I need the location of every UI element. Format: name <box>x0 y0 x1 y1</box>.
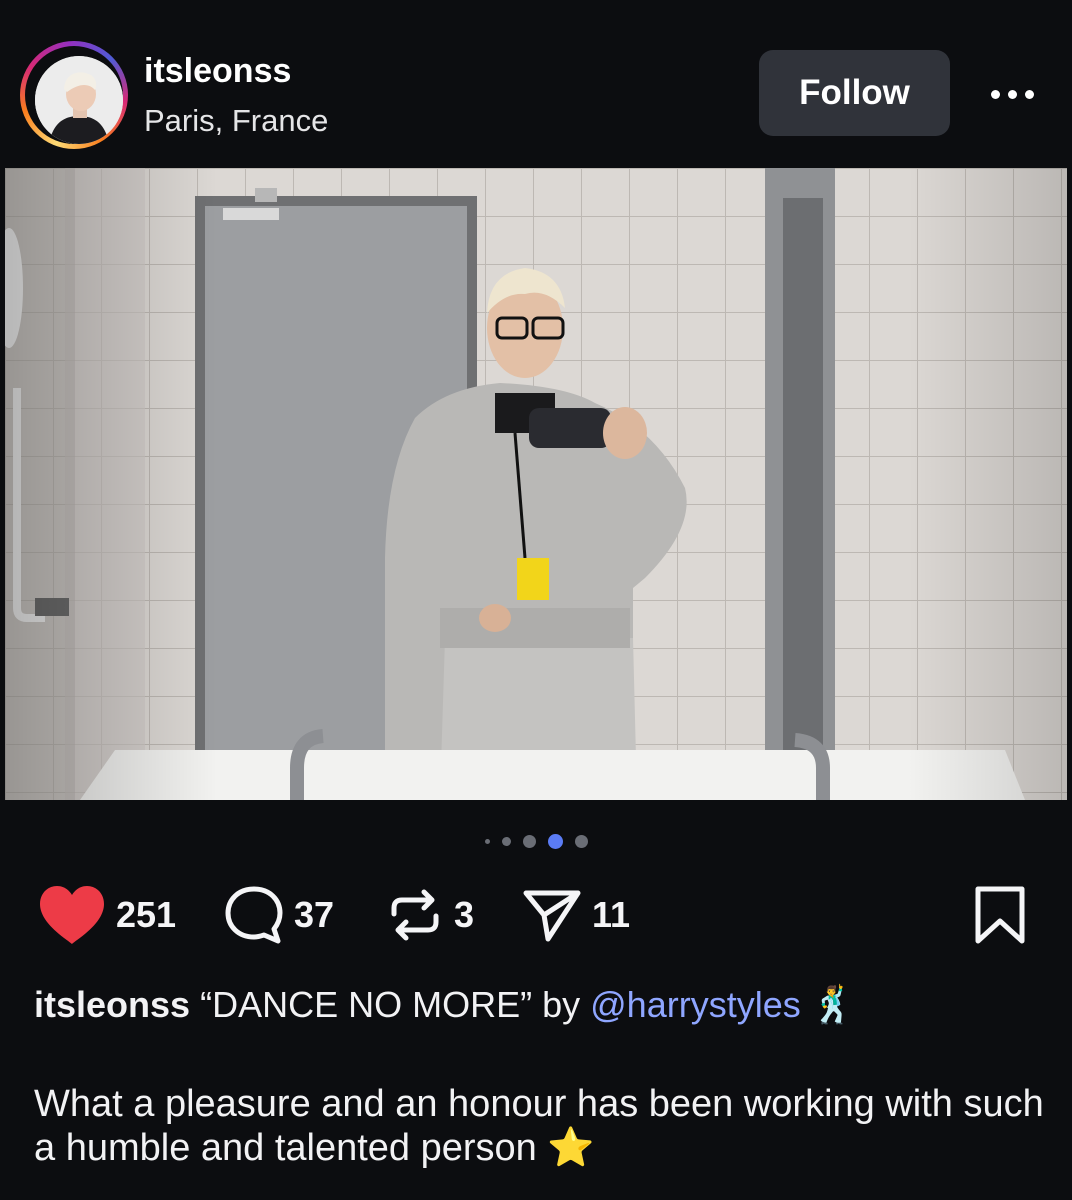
comment-button[interactable]: 37 <box>224 880 334 950</box>
caption: itsleonss “DANCE NO MORE” by @harrystyle… <box>34 982 1044 1028</box>
caption-text: “DANCE NO MORE” by <box>200 984 581 1025</box>
bookmark-icon <box>975 886 1025 944</box>
heart-icon <box>40 886 104 944</box>
post-header: itsleonss Paris, France Follow <box>0 0 1072 168</box>
save-button[interactable] <box>972 880 1028 950</box>
star-emoji: ⭐ <box>547 1127 595 1169</box>
username[interactable]: itsleonss <box>144 52 291 91</box>
comment-count: 37 <box>294 894 335 935</box>
carousel-dot <box>484 838 490 844</box>
comment-icon <box>225 886 283 944</box>
carousel-dot <box>574 834 588 848</box>
share-count: 11 <box>592 894 631 935</box>
repost-icon <box>391 889 439 941</box>
like-count: 251 <box>116 894 177 935</box>
location[interactable]: Paris, France <box>144 103 328 139</box>
action-bar: 251 37 3 11 <box>0 880 1072 950</box>
carousel-dot <box>501 836 511 846</box>
dancer-emoji: 🕺 <box>810 984 856 1025</box>
caption-username[interactable]: itsleonss <box>34 984 190 1025</box>
caption-mention[interactable]: @harrystyles <box>590 984 801 1025</box>
caption-body: What a pleasure and an honour has been w… <box>34 1082 1044 1170</box>
carousel-dot-active <box>547 833 563 849</box>
repost-count: 3 <box>454 894 475 935</box>
like-button[interactable]: 251 <box>38 880 176 950</box>
caption-body-text: What a pleasure and an honour has been w… <box>34 1083 1044 1169</box>
repost-button[interactable]: 3 <box>386 880 474 950</box>
avatar-story-ring[interactable] <box>20 41 128 149</box>
follow-button[interactable]: Follow <box>759 50 950 136</box>
share-button[interactable]: 11 <box>522 880 630 950</box>
send-icon <box>523 890 581 942</box>
more-options-icon[interactable] <box>980 76 1044 112</box>
avatar[interactable] <box>35 56 123 144</box>
carousel-indicator <box>0 828 1072 854</box>
carousel-dot <box>522 834 536 848</box>
post-photo[interactable] <box>5 168 1067 800</box>
